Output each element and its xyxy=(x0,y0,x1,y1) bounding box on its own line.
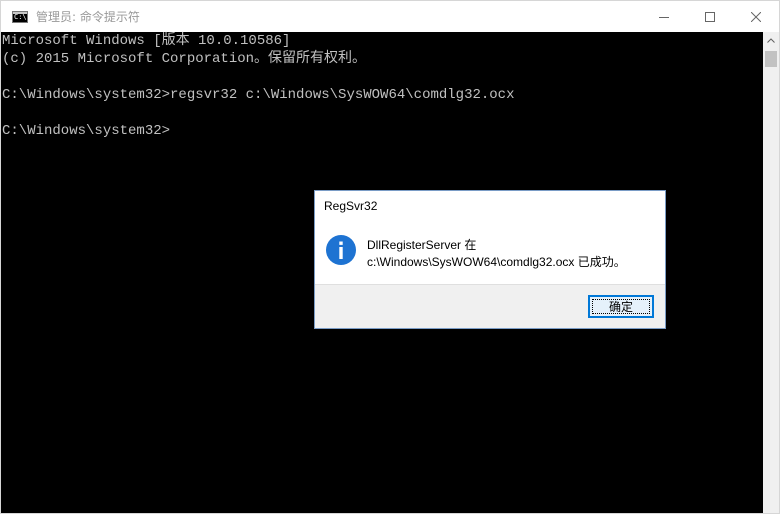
focus-rect xyxy=(592,299,650,314)
scroll-thumb[interactable] xyxy=(765,51,777,67)
title-bar[interactable]: 管理员: 命令提示符 xyxy=(1,1,779,32)
console-line: (c) 2015 Microsoft Corporation。保留所有权利。 xyxy=(2,51,367,67)
cmd-window: 管理员: 命令提示符 Microsoft Windows [版本 10.0.1 xyxy=(0,0,780,514)
dialog-message-line: DllRegisterServer 在 xyxy=(367,238,477,252)
window-title: 管理员: 命令提示符 xyxy=(36,10,140,24)
minimize-icon xyxy=(659,16,669,18)
dialog-title: RegSvr32 xyxy=(324,199,378,213)
vertical-scrollbar[interactable] xyxy=(763,32,779,513)
dialog-footer: 确定 xyxy=(315,284,665,328)
dialog-message-line: c:\Windows\SysWOW64\comdlg32.ocx 已成功。 xyxy=(367,255,626,269)
close-icon xyxy=(751,11,761,22)
maximize-icon xyxy=(705,11,715,22)
caption-buttons xyxy=(641,1,779,32)
scroll-up-button[interactable] xyxy=(763,32,779,49)
maximize-button[interactable] xyxy=(687,1,733,32)
console-prompt-line: C:\Windows\system32> xyxy=(2,123,171,139)
dialog-message: DllRegisterServer 在 c:\Windows\SysWOW64\… xyxy=(367,237,626,271)
ok-button[interactable]: 确定 xyxy=(588,295,654,318)
chevron-up-icon xyxy=(767,38,775,43)
info-icon xyxy=(326,235,356,265)
console-line: Microsoft Windows [版本 10.0.10586] xyxy=(2,33,291,49)
cmd-app-icon[interactable] xyxy=(12,10,28,23)
minimize-button[interactable] xyxy=(641,1,687,32)
console-line: C:\Windows\system32>regsvr32 c:\Windows\… xyxy=(2,87,515,103)
close-button[interactable] xyxy=(733,1,779,32)
regsvr32-dialog: RegSvr32 DllRegisterServer 在 c:\Windows\… xyxy=(314,190,666,329)
